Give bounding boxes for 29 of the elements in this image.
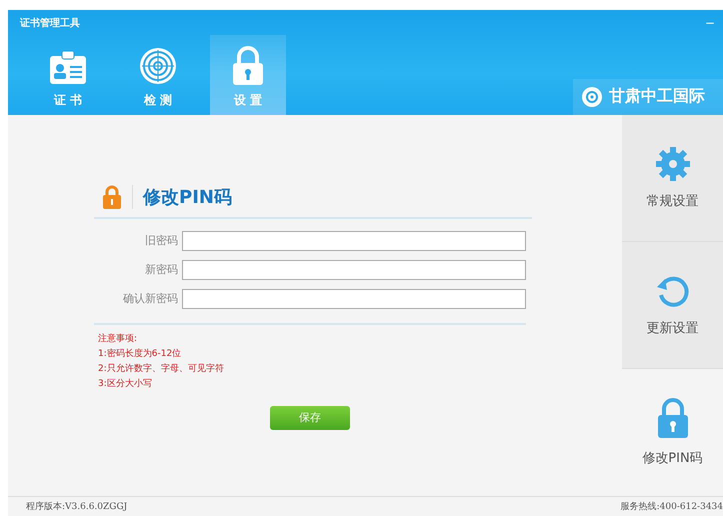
version-text: 程序版本:V3.6.6.0ZGGJ [26,500,128,513]
field-label: 确认新密码 [122,291,178,306]
padlock-icon [656,396,690,439]
note-text: 注意事项: [98,332,138,345]
window-title: 证书管理工具 [20,16,80,30]
field-label: 旧密码 [144,233,178,248]
gear-icon [654,146,690,182]
note-text: 3:区分大小写 [98,378,153,390]
section-title: 修改PIN码 [143,186,232,209]
sidebar-item[interactable]: 更新设置 [622,242,723,369]
save-button[interactable]: 保存 [270,406,350,430]
padlock-icon [231,46,265,86]
logo-icon [581,86,603,108]
nav-tab[interactable]: 检 测 [120,34,196,115]
field-label: 新密码 [144,262,178,278]
hotline-text: 服务热线:400-612-3434 [620,500,723,513]
nav-tab[interactable]: 证 书 [30,34,106,115]
nav-tab[interactable]: 设 置 [210,34,286,115]
minimize-button[interactable]: − [704,16,715,30]
password-field[interactable] [182,230,526,251]
password-field[interactable] [182,260,526,280]
note-text: 1:密码长度为6-12位 [98,348,182,360]
id-card-icon [48,50,88,86]
target-icon [138,46,178,86]
note-text: 2:只允许数字、字母、可见字符 [98,362,225,375]
brand-logo: 甘肃中工国际 [573,78,723,115]
password-field[interactable] [182,288,526,309]
sidebar-item[interactable]: 常规设置 [622,114,723,242]
padlock-icon [102,184,122,209]
